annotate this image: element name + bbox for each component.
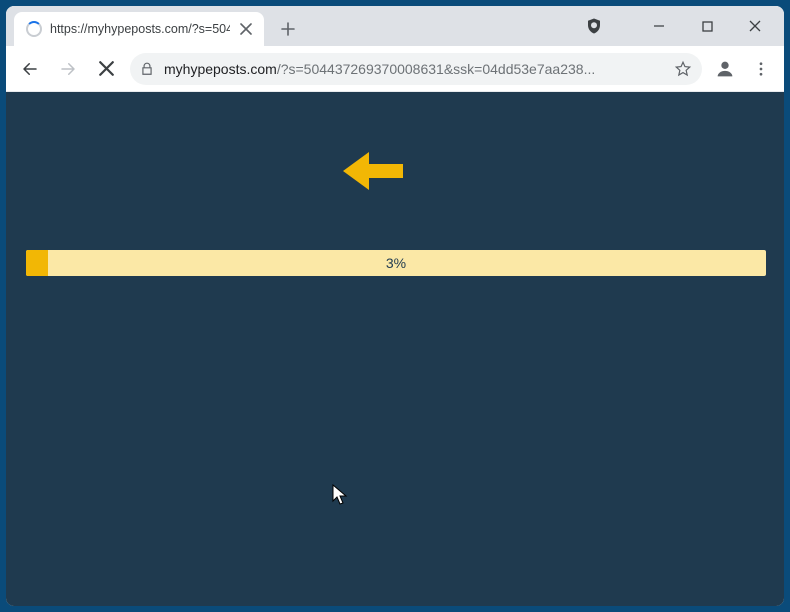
cursor-icon	[332, 484, 348, 511]
address-bar[interactable]: myhypeposts.com/?s=504437269370008631&ss…	[130, 53, 702, 85]
close-tab-button[interactable]	[238, 21, 254, 37]
arrow-left-icon	[341, 150, 403, 197]
back-button[interactable]	[16, 55, 44, 83]
minimize-button[interactable]	[646, 13, 672, 39]
window-controls	[646, 6, 778, 46]
stop-reload-button[interactable]	[92, 55, 120, 83]
browser-tab[interactable]: https://myhypeposts.com/?s=504	[14, 12, 264, 46]
url-text: myhypeposts.com/?s=504437269370008631&ss…	[164, 61, 664, 77]
progress-fill	[26, 250, 48, 276]
new-tab-button[interactable]	[274, 15, 302, 43]
progress-label: 3%	[386, 255, 406, 271]
menu-button[interactable]	[748, 56, 774, 82]
shield-icon	[584, 16, 604, 36]
bookmark-button[interactable]	[674, 60, 692, 78]
close-window-button[interactable]	[742, 13, 768, 39]
url-path: /?s=504437269370008631&ssk=04dd53e7aa238…	[277, 61, 595, 77]
tab-title: https://myhypeposts.com/?s=504	[50, 22, 230, 36]
url-host: myhypeposts.com	[164, 61, 277, 77]
toolbar: myhypeposts.com/?s=504437269370008631&ss…	[6, 46, 784, 92]
progress-bar: 3%	[26, 250, 766, 276]
page-content: 3%	[6, 92, 784, 606]
titlebar: https://myhypeposts.com/?s=504	[6, 6, 784, 46]
loading-spinner-icon	[26, 21, 42, 37]
maximize-button[interactable]	[694, 13, 720, 39]
lock-icon	[140, 62, 154, 76]
forward-button[interactable]	[54, 55, 82, 83]
progress-track: 3%	[26, 250, 766, 276]
profile-button[interactable]	[712, 56, 738, 82]
browser-window: https://myhypeposts.com/?s=504	[6, 6, 784, 606]
